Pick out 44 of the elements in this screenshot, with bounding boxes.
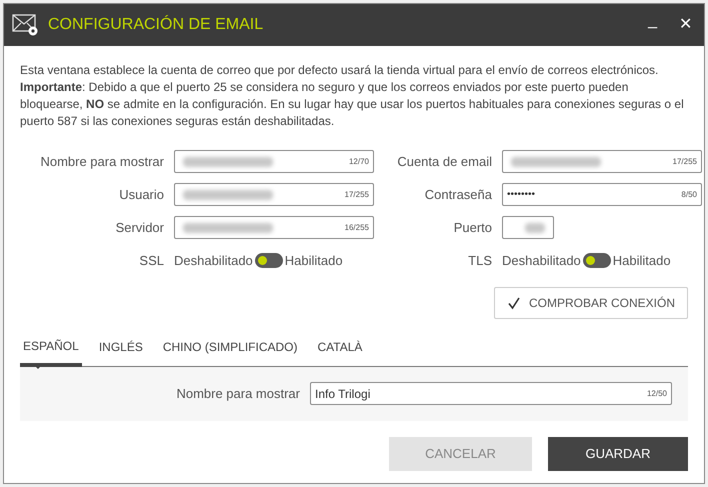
field-label: Servidor — [114, 218, 164, 237]
toggle-switch[interactable] — [254, 253, 283, 268]
char-counter: 17/255 — [344, 188, 369, 200]
text-field[interactable]: 17/255 — [174, 183, 374, 206]
text-field[interactable]: 16/255 — [174, 216, 374, 239]
field-value: Info Trilogi — [315, 386, 370, 402]
text-field[interactable]: Info Trilogi 12/50 — [310, 382, 672, 405]
text-field[interactable]: 17/255 — [502, 150, 702, 173]
toggle-switch[interactable] — [582, 253, 611, 268]
field-label: Usuario — [118, 186, 164, 204]
blurred-value — [525, 222, 545, 232]
description-text: Esta ventana establece la cuenta de correo que por defecto usará la tienda virtual para el envío de correos electrónicos. Importante: Debido a que el puerto 25 se considera no seguro y que los correos enviados por este puerto pueden bloquearse, NO se admite en la configuración. En su lugar hay que usar los puertos habituales para conexiones seguras o el puerto 587 si las conexiones seguras están deshabilitadas. — [20, 62, 685, 130]
on-label: Habilitado — [284, 252, 343, 270]
test-connection-button[interactable]: COMPROBAR CONEXIÓN — [494, 286, 688, 318]
char-counter: 12/50 — [646, 388, 667, 400]
on-label: Habilitado — [612, 252, 671, 270]
window-title: CONFIGURACIÓN DE EMAIL — [48, 14, 264, 35]
off-label: Deshabilitado — [502, 252, 581, 270]
email-settings-icon — [12, 13, 40, 37]
off-label: Deshabilitado — [174, 252, 253, 270]
char-counter: 16/255 — [344, 222, 369, 234]
language-tab[interactable]: INGLÉS — [96, 336, 146, 366]
field-label: Puerto — [452, 218, 492, 237]
char-counter: 8/50 — [681, 188, 697, 200]
text-field[interactable]: •••••••• 8/50 — [502, 183, 702, 206]
toggle-label: SSL — [138, 252, 164, 270]
field-label: Contraseña — [424, 186, 492, 204]
field-label: Nombre para mostrar — [39, 152, 164, 171]
char-counter: 12/70 — [348, 156, 369, 168]
field-label: Nombre para mostrar — [176, 384, 300, 403]
save-button[interactable]: GUARDAR — [548, 436, 688, 470]
field-label: Cuenta de email — [396, 152, 492, 171]
password-value: •••••••• — [507, 188, 536, 202]
close-button[interactable]: ✕ — [675, 13, 696, 37]
check-icon — [506, 296, 521, 310]
language-tab[interactable]: CHINO (SIMPLIFICADO) — [160, 336, 300, 366]
toggle-label: TLS — [467, 252, 492, 270]
text-field[interactable]: 12/70 — [174, 150, 374, 173]
text-field[interactable] — [502, 216, 554, 239]
char-counter: 17/255 — [672, 156, 697, 168]
minimize-button[interactable]: _ — [640, 9, 665, 33]
toggle-knob — [258, 256, 267, 266]
toggle-knob — [586, 256, 595, 266]
language-tab[interactable]: CATALÀ — [314, 336, 366, 366]
